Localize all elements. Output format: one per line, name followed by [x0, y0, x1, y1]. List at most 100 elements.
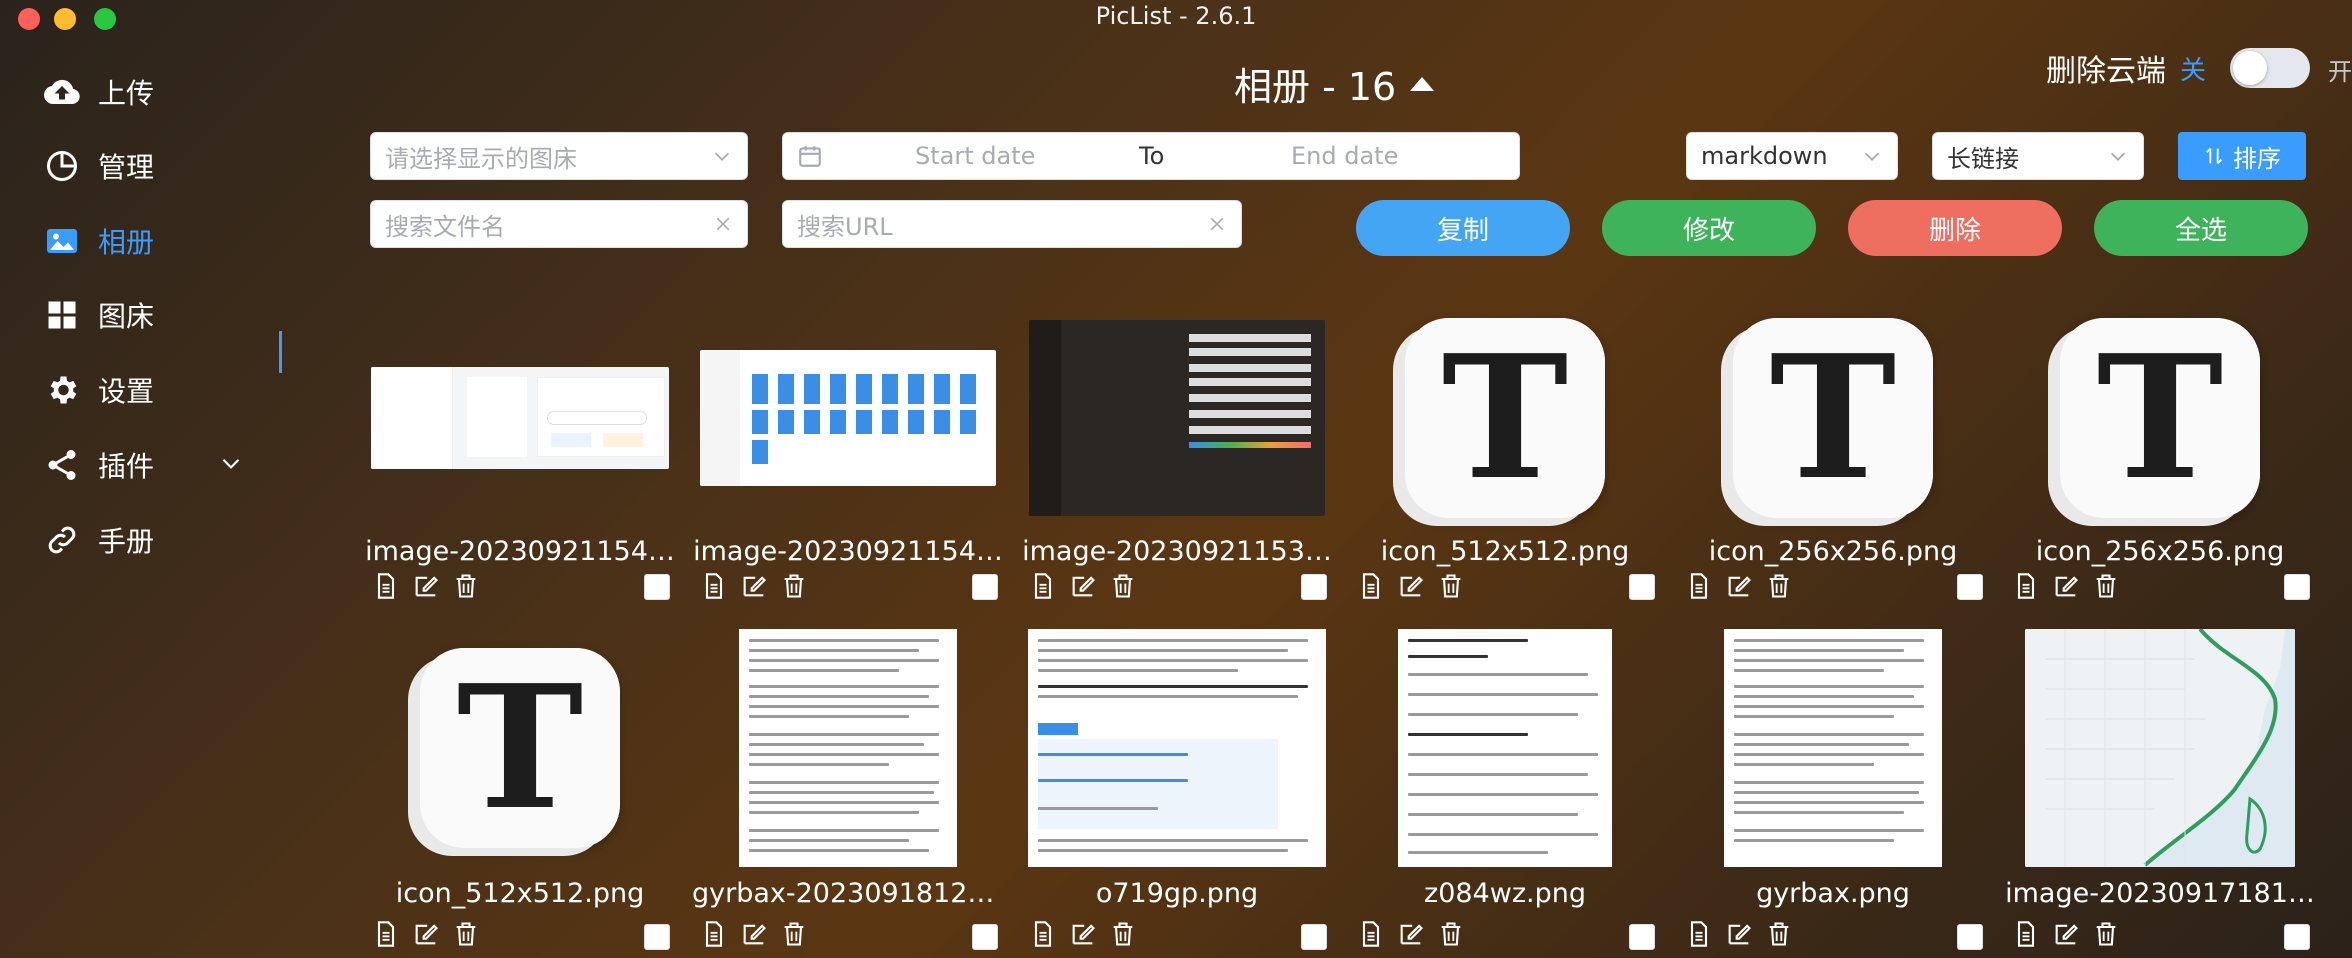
picbed-select[interactable]: 请选择显示的图床	[370, 132, 748, 180]
document-icon[interactable]	[1685, 572, 1713, 600]
image-thumbnail[interactable]: T	[370, 628, 670, 868]
edit-icon[interactable]	[1725, 572, 1753, 600]
sort-button[interactable]: 排序	[2178, 132, 2306, 180]
select-checkbox[interactable]	[1301, 574, 1327, 600]
sidebar-item-album[interactable]: 相册	[44, 211, 154, 271]
document-icon[interactable]	[1685, 920, 1713, 948]
item-actions	[1685, 572, 1793, 600]
sidebar-item-label: 手册	[98, 525, 155, 558]
typora-t-icon: T	[408, 648, 620, 856]
edit-icon[interactable]	[1397, 572, 1425, 600]
edit-button[interactable]: 修改	[1602, 200, 1816, 256]
image-thumbnail[interactable]	[1683, 628, 1983, 868]
sidebar-item-upload[interactable]: 上传	[44, 62, 154, 122]
edit-icon[interactable]	[1069, 920, 1097, 948]
document-icon[interactable]	[1029, 572, 1057, 600]
sidebar-item-settings[interactable]: 设置	[44, 360, 154, 420]
image-thumbnail[interactable]	[1355, 628, 1655, 868]
image-thumbnail[interactable]: T	[1683, 298, 1983, 538]
document-icon[interactable]	[1357, 572, 1385, 600]
select-checkbox[interactable]	[1629, 924, 1655, 950]
trash-icon[interactable]	[1765, 920, 1793, 948]
image-thumbnail[interactable]	[370, 298, 670, 538]
select-all-button[interactable]: 全选	[2094, 200, 2308, 256]
format-select[interactable]: markdown	[1686, 132, 1898, 180]
image-thumbnail[interactable]	[1027, 298, 1327, 538]
select-checkbox[interactable]	[1629, 574, 1655, 600]
image-thumbnail[interactable]	[2010, 628, 2310, 868]
trash-icon[interactable]	[1437, 572, 1465, 600]
filename-search-input[interactable]: 搜索文件名	[370, 200, 748, 248]
sidebar-item-label: 设置	[98, 375, 155, 408]
select-checkbox[interactable]	[1301, 924, 1327, 950]
image-thumbnail[interactable]	[698, 298, 998, 538]
trash-icon[interactable]	[1109, 920, 1137, 948]
file-name: icon_512x512.png	[395, 878, 645, 909]
select-checkbox[interactable]	[972, 924, 998, 950]
select-checkbox[interactable]	[644, 574, 670, 600]
document-icon[interactable]	[700, 572, 728, 600]
edit-icon[interactable]	[412, 572, 440, 600]
typora-t-icon: T	[2048, 318, 2260, 526]
document-icon[interactable]	[372, 572, 400, 600]
trash-icon[interactable]	[1765, 572, 1793, 600]
edit-icon[interactable]	[1397, 920, 1425, 948]
trash-icon[interactable]	[452, 920, 480, 948]
item-actions	[1357, 572, 1465, 600]
chevron-down-icon[interactable]	[218, 450, 244, 476]
delete-button[interactable]: 删除	[1848, 200, 2062, 256]
select-checkbox[interactable]	[644, 924, 670, 950]
document-icon[interactable]	[372, 920, 400, 948]
image-thumbnail[interactable]	[1027, 628, 1327, 868]
trash-icon[interactable]	[780, 920, 808, 948]
select-checkbox[interactable]	[972, 574, 998, 600]
select-checkbox[interactable]	[1957, 574, 1983, 600]
edit-icon[interactable]	[2052, 572, 2080, 600]
grid-icon	[48, 301, 76, 329]
document-icon[interactable]	[1029, 920, 1057, 948]
sidebar-item-label: 插件	[98, 450, 155, 483]
trash-icon[interactable]	[1437, 920, 1465, 948]
document-icon[interactable]	[2012, 572, 2040, 600]
edit-icon[interactable]	[1069, 572, 1097, 600]
sidebar-item-plugins[interactable]: 插件	[44, 435, 154, 495]
cloud-delete-toggle[interactable]	[2230, 48, 2310, 88]
date-end-input[interactable]: End date	[1291, 142, 1398, 170]
item-actions	[1685, 920, 1793, 948]
sidebar-item-label: 相册	[98, 226, 155, 259]
sidebar-item-manage[interactable]: 管理	[44, 136, 154, 196]
document-icon[interactable]	[2012, 920, 2040, 948]
image-thumbnail[interactable]: T	[1355, 298, 1655, 538]
sidebar-item-picbed[interactable]: 图床	[44, 285, 154, 345]
date-range-picker[interactable]: Start date To End date	[782, 132, 1520, 180]
copy-button[interactable]: 复制	[1356, 200, 1570, 256]
image-thumbnail[interactable]	[698, 628, 998, 868]
edit-icon[interactable]	[2052, 920, 2080, 948]
album-title[interactable]: 相册 - 16	[1234, 56, 1435, 111]
document-icon[interactable]	[1357, 920, 1385, 948]
item-actions	[700, 572, 808, 600]
sidebar-item-manual[interactable]: 手册	[44, 510, 154, 570]
select-checkbox[interactable]	[1957, 924, 1983, 950]
clear-icon[interactable]	[1207, 214, 1227, 234]
item-actions	[372, 920, 480, 948]
date-start-input[interactable]: Start date	[915, 142, 1035, 170]
image-thumbnail[interactable]: T	[2010, 298, 2310, 538]
trash-icon[interactable]	[2092, 572, 2120, 600]
trash-icon[interactable]	[452, 572, 480, 600]
title-bar: PicList - 2.6.1	[0, 0, 2352, 36]
clear-icon[interactable]	[713, 214, 733, 234]
url-search-input[interactable]: 搜索URL	[782, 200, 1242, 248]
edit-icon[interactable]	[1725, 920, 1753, 948]
edit-icon[interactable]	[740, 920, 768, 948]
edit-icon[interactable]	[412, 920, 440, 948]
link-type-select[interactable]: 长链接	[1932, 132, 2144, 180]
document-icon[interactable]	[700, 920, 728, 948]
trash-icon[interactable]	[2092, 920, 2120, 948]
trash-icon[interactable]	[1109, 572, 1137, 600]
select-checkbox[interactable]	[2284, 574, 2310, 600]
edit-icon[interactable]	[740, 572, 768, 600]
select-checkbox[interactable]	[2284, 924, 2310, 950]
filename-search-placeholder: 搜索文件名	[385, 212, 505, 241]
trash-icon[interactable]	[780, 572, 808, 600]
